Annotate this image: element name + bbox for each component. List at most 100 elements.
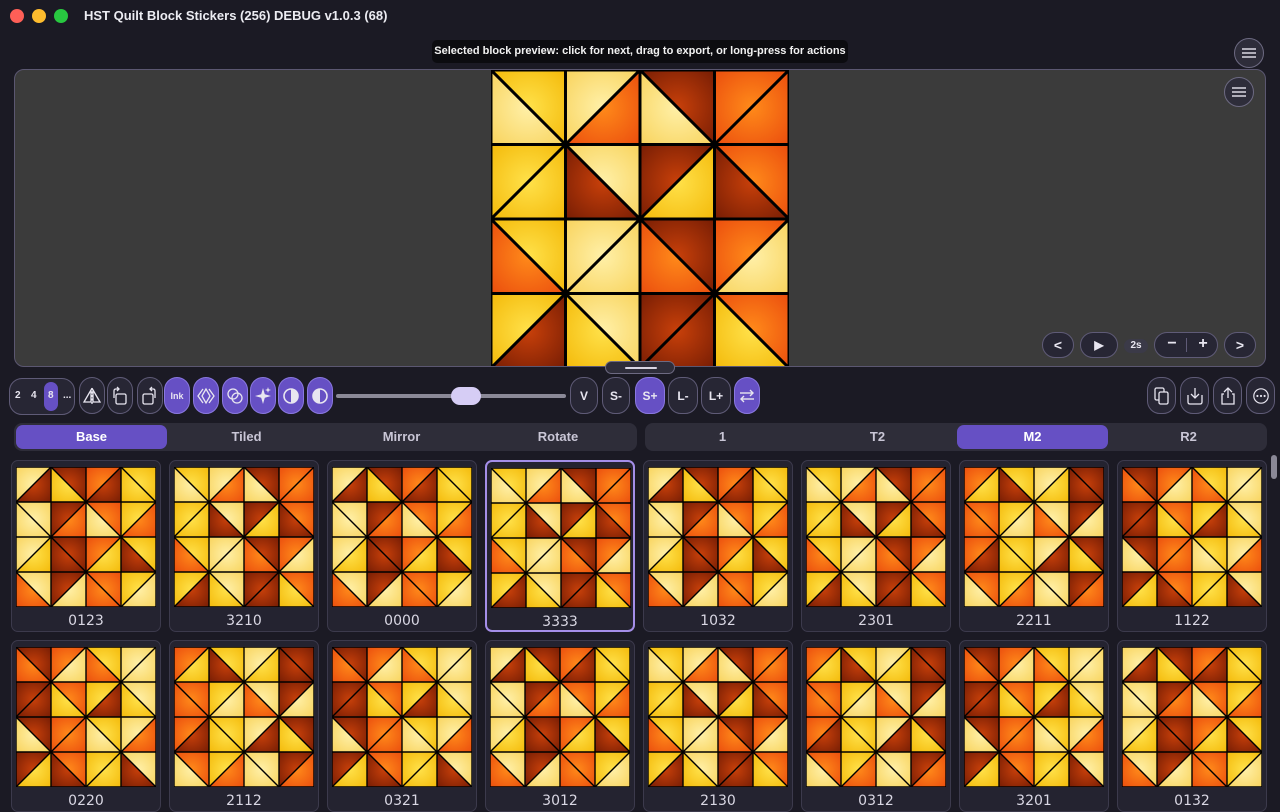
hamburger-icon [1242, 48, 1256, 58]
tab-variant-t2[interactable]: T2 [802, 425, 953, 449]
block-card[interactable]: 2211 [959, 460, 1109, 632]
lightness-decrease-button[interactable]: L- [668, 377, 698, 414]
block-card[interactable]: 2112 [169, 640, 319, 812]
grid-scrollbar[interactable] [1271, 455, 1277, 479]
rotate-right-button[interactable] [137, 377, 163, 414]
block-card[interactable]: 3012 [485, 640, 635, 812]
minimize-window-button[interactable] [32, 9, 46, 23]
grid-size-option[interactable]: ... [63, 390, 71, 401]
quilt-block-image [1122, 647, 1262, 787]
slideshow-interval[interactable]: 2s [1124, 339, 1148, 353]
block-code-label: 0000 [384, 613, 420, 629]
tab-variant-m2[interactable]: M2 [957, 425, 1108, 449]
preview-menu-button[interactable] [1224, 77, 1254, 107]
mirror-tool-button[interactable] [79, 377, 105, 414]
tab-variant-1[interactable]: 1 [647, 425, 798, 449]
quilt-block-image [489, 70, 791, 366]
saturation-increase-button[interactable]: S+ [635, 377, 665, 414]
block-card[interactable]: 1032 [643, 460, 793, 632]
preview-tooltip: Selected block preview: click for next, … [432, 40, 848, 63]
block-card[interactable]: 0220 [11, 640, 161, 812]
block-card[interactable]: 3333 [485, 460, 635, 632]
previous-block-button[interactable]: < [1042, 332, 1074, 358]
quilt-block-image [491, 468, 631, 608]
quilt-block-image [332, 467, 472, 607]
block-card[interactable]: 0321 [327, 640, 477, 812]
quilt-block-image [490, 647, 630, 787]
play-slideshow-button[interactable]: ▶ [1080, 332, 1118, 358]
vivid-button[interactable]: V [570, 377, 598, 414]
preview-resize-handle[interactable] [605, 361, 675, 374]
quilt-block-image [648, 647, 788, 787]
saturation-decrease-button[interactable]: S- [602, 377, 630, 414]
more-options-button[interactable] [1246, 377, 1275, 414]
rotate-left-button[interactable] [107, 377, 133, 414]
tab-base[interactable]: Base [16, 425, 167, 449]
block-thumbnail [174, 467, 314, 607]
block-card[interactable]: 3201 [959, 640, 1109, 812]
quilt-block-image [648, 467, 788, 607]
quilt-block-image [806, 647, 946, 787]
quilt-block-image [806, 467, 946, 607]
block-card[interactable]: 0123 [11, 460, 161, 632]
quilt-block-image [174, 647, 314, 787]
swap-colors-button[interactable] [734, 377, 760, 414]
rotate-right-icon [142, 386, 156, 405]
block-card[interactable]: 1122 [1117, 460, 1267, 632]
ink-toggle-button[interactable]: Ink [164, 377, 190, 414]
block-card[interactable]: 0132 [1117, 640, 1267, 812]
contrast-button[interactable] [278, 377, 304, 414]
copy-button[interactable] [1147, 377, 1176, 414]
block-card[interactable]: 3210 [169, 460, 319, 632]
quilt-block-image [16, 647, 156, 787]
grid-size-option[interactable]: 4 [31, 390, 37, 401]
quilt-block-image [964, 467, 1104, 607]
block-grid: 0123 3210 0000 3333 1032 2301 2211 1122 0220 2112… [11, 460, 1267, 812]
quilt-block-image [16, 467, 156, 607]
rotate-left-icon [113, 386, 127, 405]
quilt-block-image [1122, 467, 1262, 607]
zoom-out-button[interactable]: − [1157, 335, 1187, 353]
zoom-in-button[interactable]: + [1188, 335, 1218, 353]
ellipsis-circle-icon [1252, 387, 1269, 404]
block-code-label: 3333 [542, 614, 578, 630]
block-card[interactable]: 0312 [801, 640, 951, 812]
block-thumbnail [16, 467, 156, 607]
selected-block-preview[interactable] [489, 70, 791, 366]
half-circle-icon [312, 387, 328, 404]
sparkle-effect-button[interactable] [250, 377, 276, 414]
grid-size-option[interactable]: 8 [48, 390, 54, 401]
close-window-button[interactable] [10, 9, 24, 23]
tab-mirror[interactable]: Mirror [326, 425, 477, 449]
mirror-triangles-icon [82, 387, 102, 404]
invert-button[interactable] [307, 377, 333, 414]
block-thumbnail [491, 468, 631, 608]
share-button[interactable] [1213, 377, 1242, 414]
block-thumbnail [964, 647, 1104, 787]
quilt-block-image [964, 647, 1104, 787]
tab-tiled[interactable]: Tiled [171, 425, 322, 449]
sparkles-icon [255, 386, 271, 404]
block-card[interactable]: 2130 [643, 640, 793, 812]
swap-arrows-icon [740, 389, 754, 402]
block-card[interactable]: 2301 [801, 460, 951, 632]
intensity-slider-thumb[interactable] [451, 387, 481, 405]
grid-size-option[interactable]: 2 [15, 390, 21, 401]
save-button[interactable] [1180, 377, 1209, 414]
overlapping-circles-icon [227, 387, 243, 404]
next-block-button[interactable]: > [1224, 332, 1256, 358]
contrast-icon [283, 387, 299, 404]
block-preview-area[interactable] [14, 69, 1266, 367]
color-blend-button[interactable] [222, 377, 248, 414]
block-code-label: 2130 [700, 793, 736, 809]
zoom-window-button[interactable] [54, 9, 68, 23]
main-menu-button[interactable] [1234, 38, 1264, 68]
pattern-shape-button[interactable] [193, 377, 219, 414]
block-code-label: 3210 [226, 613, 262, 629]
tab-variant-r2[interactable]: R2 [1112, 425, 1265, 449]
lightness-increase-button[interactable]: L+ [701, 377, 731, 414]
block-card[interactable]: 0000 [327, 460, 477, 632]
tab-rotate[interactable]: Rotate [481, 425, 635, 449]
block-thumbnail [648, 467, 788, 607]
chevrons-icon [197, 387, 215, 404]
